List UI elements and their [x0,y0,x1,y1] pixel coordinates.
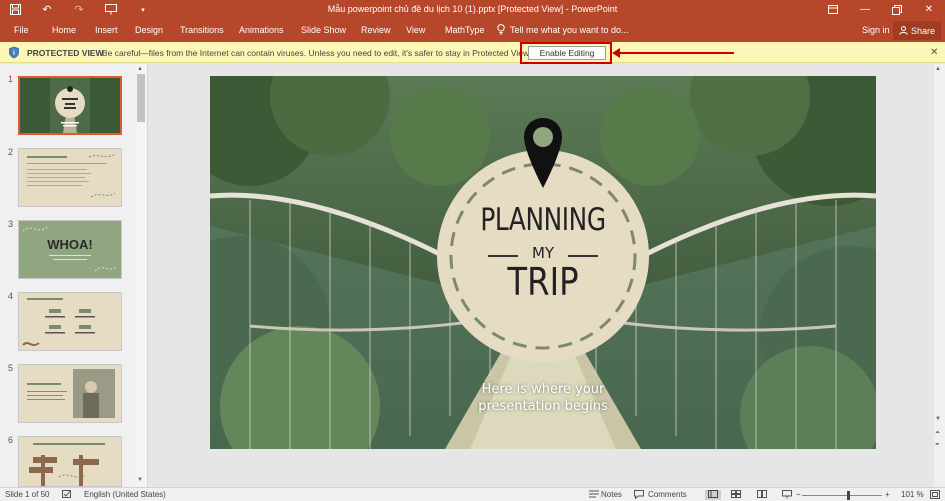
tab-animations[interactable]: Animations [239,25,284,35]
annotation-arrow-head [612,48,620,58]
scroll-up-icon[interactable]: ▲ [137,66,143,72]
tell-me-box[interactable]: Tell me what you want to do... [497,24,629,35]
slide-thumbnail-pane: 1 2 3 WHOA! 4 5 6 [0,64,148,487]
slide-thumbnail-1[interactable] [18,76,122,135]
zoom-level[interactable]: 101 % [901,490,924,499]
previous-slide-icon[interactable]: ⏶ [935,430,940,437]
start-from-beginning-icon[interactable] [102,2,120,17]
lightbulb-icon [497,24,505,35]
protected-view-bar: i PROTECTED VIEW Be careful—files from t… [0,42,945,63]
thumbnail-number: 3 [8,219,14,229]
tab-home[interactable]: Home [52,25,76,35]
slideshow-view-icon[interactable] [782,490,792,501]
slide-subtitle-line1[interactable]: Here is where your [423,382,663,397]
next-slide-icon[interactable]: ⏷ [935,442,940,449]
slide-thumbnail-4[interactable] [18,292,122,351]
thumbnail-number: 5 [8,363,14,373]
tab-insert[interactable]: Insert [95,25,118,35]
tab-design[interactable]: Design [135,25,163,35]
powerpoint-window: ↶ ↷ ▾ Mẫu powerpoint chủ đề du lịch 10 (… [0,0,945,501]
undo-icon[interactable]: ↶ [38,2,56,17]
scroll-down-icon[interactable]: ▼ [935,416,941,422]
annotation-arrow-line [616,52,734,54]
window-controls: — ✕ [817,0,945,19]
enable-editing-button[interactable]: Enable Editing [528,46,606,60]
quick-access-toolbar: ↶ ↷ ▾ [6,2,152,17]
slide-subtitle-line2[interactable]: presentation begins [423,399,663,414]
language-indicator[interactable]: English (United States) [84,490,166,499]
thumbnail-number: 2 [8,147,14,157]
slide-thumbnail-3[interactable]: WHOA! [18,220,122,279]
zoom-in-icon[interactable]: + [885,490,890,499]
shield-icon: i [9,46,19,59]
reading-view-icon[interactable] [757,490,767,500]
save-icon[interactable] [6,2,24,17]
tab-mathtype[interactable]: MathType [445,25,485,35]
close-icon[interactable]: ✕ [913,0,945,19]
zoom-slider-track[interactable] [802,495,882,496]
protected-view-title: PROTECTED VIEW [27,48,104,58]
thumbnail-4-preview [19,293,121,350]
normal-view-icon[interactable] [705,490,721,500]
tab-slide-show[interactable]: Slide Show [301,25,346,35]
tab-review[interactable]: Review [361,25,391,35]
share-label: Share [910,25,936,36]
ribbon-tabs: File Home Insert Design Transitions Anim… [0,19,945,42]
thumbnail-3-decor [22,226,118,272]
tab-view[interactable]: View [406,25,425,35]
slide-canvas[interactable]: PLANNING MY TRIP Here is where your pres… [210,76,876,449]
tab-file[interactable]: File [14,25,29,35]
share-button[interactable]: Share [893,21,941,40]
thumbnail-5-preview [19,365,121,422]
thumbnail-number: 1 [8,74,14,84]
status-bar: Slide 1 of 50 English (United States) No… [0,487,945,501]
slide-thumbnail-6[interactable] [18,436,122,487]
slide-thumbnail-5[interactable] [18,364,122,423]
ribbon-display-options-icon[interactable] [817,0,849,19]
thumbnail-number: 6 [8,435,14,445]
slide-counter: Slide 1 of 50 [5,490,50,499]
slide-sorter-icon[interactable] [731,490,741,500]
title-bar: ↶ ↷ ▾ Mẫu powerpoint chủ đề du lịch 10 (… [0,0,945,19]
scroll-down-icon[interactable]: ▼ [137,477,143,483]
tell-me-placeholder: Tell me what you want to do... [510,24,629,35]
scroll-up-icon[interactable]: ▲ [935,66,941,72]
comments-icon[interactable] [634,490,644,501]
svg-text:i: i [13,50,15,57]
thumbnail-number: 4 [8,291,14,301]
restore-icon[interactable] [881,0,913,19]
thumbnail-6-preview [19,437,121,486]
person-icon [899,26,908,35]
thumbnail-scrollbar[interactable]: ▲ ▼ [135,64,147,487]
fit-slide-icon[interactable] [930,490,940,501]
slide-title-line3[interactable]: TRIP [475,260,611,304]
spell-check-icon[interactable] [62,490,72,501]
location-pin-icon [524,118,562,188]
customize-toolbar-icon[interactable]: ▾ [134,2,152,17]
tab-transitions[interactable]: Transitions [180,25,224,35]
minimize-icon[interactable]: — [849,0,881,19]
notes-icon[interactable] [589,490,599,500]
sign-in-link[interactable]: Sign in [862,25,890,35]
zoom-out-icon[interactable]: − [796,490,801,499]
zoom-slider-thumb[interactable] [847,491,850,500]
slide-thumbnail-2[interactable] [18,148,122,207]
scrollbar-thumb[interactable] [137,74,145,122]
thumbnail-1-preview [20,78,120,133]
main-scrollbar[interactable]: ▲ ▼ ⏶ ⏷ [934,64,945,487]
slide-title-line1[interactable]: PLANNING [463,202,623,238]
comments-button[interactable]: Comments [648,490,687,499]
redo-icon[interactable]: ↷ [70,2,88,17]
notes-button[interactable]: Notes [601,490,622,499]
thumbnail-2-preview [19,149,121,206]
close-bar-icon[interactable]: ✕ [930,47,938,58]
protected-view-message: Be careful—files from the Internet can c… [102,48,532,58]
